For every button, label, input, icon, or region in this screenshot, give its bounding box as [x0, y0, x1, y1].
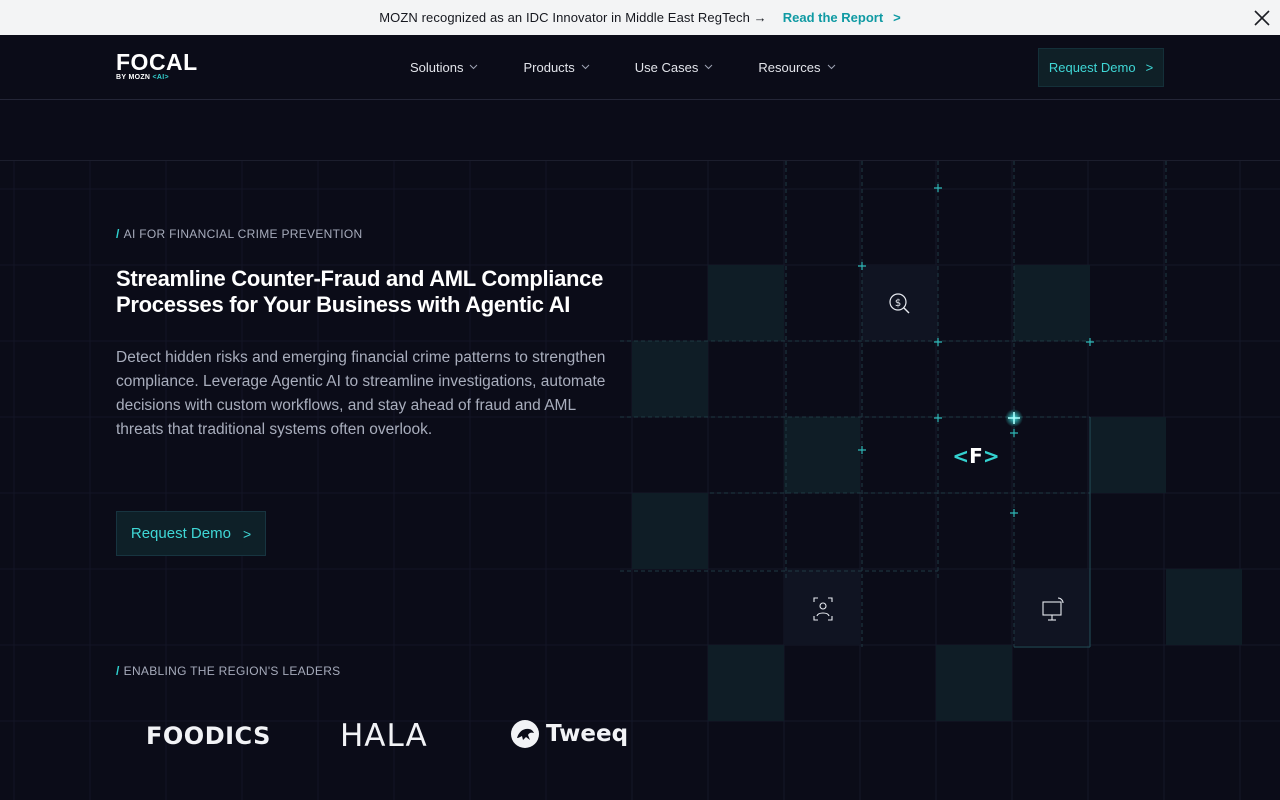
nav-request-demo-button[interactable]: Request Demo > [1038, 48, 1164, 87]
hero-eyebrow-text: AI FOR FINANCIAL CRIME PREVENTION [123, 227, 363, 241]
svg-text:<F>: <F> [952, 444, 999, 468]
logo-subline: BY MOZN <AI> [116, 74, 206, 81]
hala-logo: HALA [340, 718, 428, 754]
nav-menu: Solutions Products Use Cases Resources [410, 35, 881, 99]
chevron-down-icon [470, 64, 478, 70]
tweeq-wordmark: Tweeq [546, 721, 629, 747]
nav-spacer-band [0, 100, 1280, 161]
nav-item-resources[interactable]: Resources [758, 60, 835, 75]
nav-item-label: Use Cases [634, 59, 699, 75]
hero-eyebrow: / AI FOR FINANCIAL CRIME PREVENTION [116, 227, 362, 241]
announcement-bar: MOZN recognized as an IDC Innovator in M… [0, 0, 1280, 35]
client-logos: FOODICS HALA Tweeq [116, 710, 636, 760]
nav-item-solutions[interactable]: Solutions [410, 60, 478, 75]
nav-cta-label: Request Demo [1048, 60, 1136, 75]
hero-headline: Streamline Counter-Fraud and AML Complia… [116, 266, 604, 317]
chevron-right-icon: > [1145, 60, 1154, 75]
focal-logo[interactable]: FOCAL BY MOZN <AI> [116, 50, 206, 84]
nav-item-label: Solutions [410, 59, 464, 75]
logo-by: BY MOZN [116, 74, 151, 81]
hero-description: Detect hidden risks and emerging financi… [116, 349, 606, 438]
chevron-down-icon [705, 64, 713, 70]
announcement-message: MOZN recognized as an IDC Innovator in M… [379, 10, 767, 25]
logo-ai: <AI> [152, 74, 169, 81]
svg-text:$: $ [895, 298, 901, 309]
chevron-right-icon: > [893, 10, 901, 25]
hero-cta-label: Request Demo [130, 525, 231, 542]
leaders-eyebrow: / ENABLING THE REGION'S LEADERS [116, 664, 340, 678]
eyebrow-slash: / [116, 664, 120, 678]
main-nav: FOCAL BY MOZN <AI> Solutions Products Us… [0, 35, 1280, 100]
chevron-down-icon [827, 64, 835, 70]
read-report-label: Read the Report [782, 10, 884, 25]
chevron-down-icon [581, 64, 590, 70]
eyebrow-slash: / [116, 227, 120, 241]
focal-center-mark: <F> [952, 444, 999, 468]
nav-item-use-cases[interactable]: Use Cases [635, 60, 714, 75]
nav-item-label: Products [523, 59, 575, 75]
agentic-ai-illustration: $ <F> [620, 161, 1280, 800]
tweeq-logo: Tweeq [510, 719, 628, 749]
read-report-link[interactable]: Read the Report > [783, 10, 901, 25]
tweeq-bird-icon [511, 720, 539, 748]
close-icon[interactable] [1252, 8, 1272, 28]
hero-request-demo-button[interactable]: Request Demo > [116, 511, 266, 556]
logo-wordmark: FOCAL [116, 49, 198, 75]
nav-item-products[interactable]: Products [523, 59, 590, 75]
leaders-eyebrow-text: ENABLING THE REGION'S LEADERS [123, 664, 341, 678]
foodics-logo: FOODICS [146, 722, 271, 750]
chevron-right-icon: > [242, 525, 252, 542]
nav-item-label: Resources [758, 59, 821, 75]
